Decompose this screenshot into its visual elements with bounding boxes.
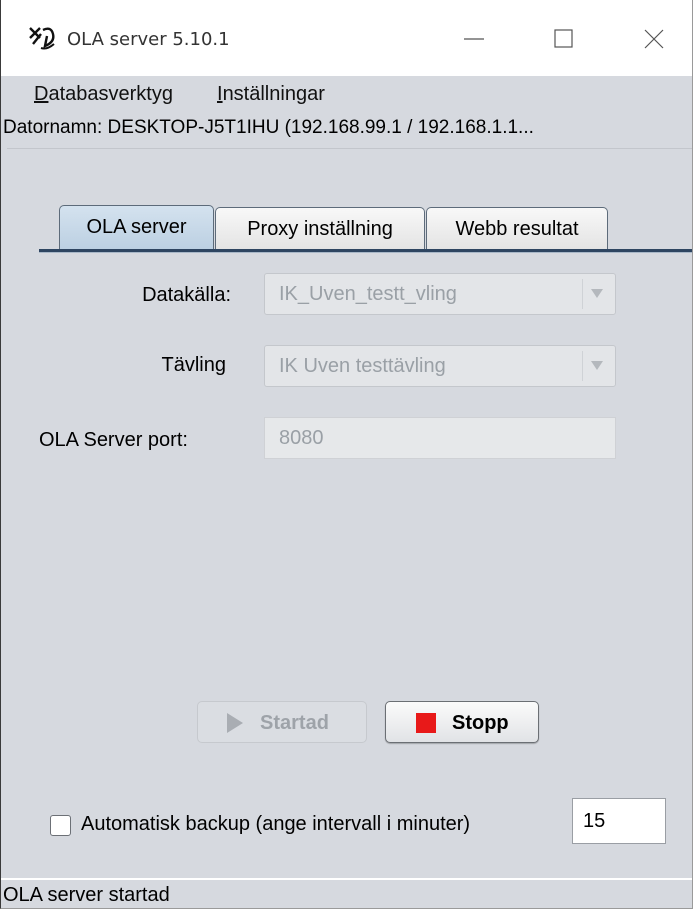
- tab-ola-server[interactable]: OLA server: [59, 205, 214, 249]
- minimize-icon: [464, 38, 484, 40]
- menu-databasverktyg-label: atabasverktyg: [48, 83, 173, 105]
- server-port-value: 8080: [279, 427, 324, 449]
- started-button-label: Startad: [260, 712, 329, 734]
- backup-interval-value: 15: [583, 810, 606, 832]
- tab-proxy-installning[interactable]: Proxy inställning: [215, 207, 425, 249]
- play-icon: [227, 713, 243, 733]
- dropdown-arrow-icon[interactable]: [582, 279, 611, 309]
- tab-label: Webb resultat: [455, 218, 579, 240]
- status-bar: OLA server startad: [1, 878, 692, 908]
- backup-checkbox[interactable]: [50, 815, 71, 836]
- maximize-button[interactable]: [534, 14, 594, 64]
- app-icon: [27, 24, 59, 52]
- tab-divider-highlight: [39, 252, 692, 253]
- datakalla-label: Datakälla:: [142, 284, 231, 306]
- menu-installningar[interactable]: Inställningar: [217, 83, 325, 106]
- tab-webb-resultat[interactable]: Webb resultat: [426, 207, 608, 249]
- main-panel: OLA server Proxy inställning Webb result…: [7, 148, 692, 879]
- stop-button[interactable]: Stopp: [385, 701, 539, 743]
- tab-label: OLA server: [86, 216, 187, 238]
- stop-button-label: Stopp: [452, 712, 509, 734]
- datakalla-select[interactable]: IK_Uven_testt_vling: [264, 273, 616, 315]
- computer-name-label: Datornamn: DESKTOP-J5T1IHU (192.168.99.1…: [3, 117, 534, 138]
- tab-label: Proxy inställning: [247, 218, 393, 240]
- minimize-button[interactable]: [444, 14, 504, 64]
- tavling-label: Tävling: [161, 354, 226, 376]
- status-text: OLA server startad: [3, 884, 170, 906]
- backup-interval-field[interactable]: 15: [572, 798, 666, 844]
- stop-icon: [416, 713, 436, 733]
- maximize-icon: [554, 29, 573, 48]
- close-icon: [644, 29, 664, 49]
- dropdown-arrow-icon[interactable]: [582, 351, 611, 381]
- title-bar[interactable]: OLA server 5.10.1: [1, 0, 692, 76]
- server-port-field[interactable]: 8080: [264, 417, 616, 459]
- tavling-value: IK Uven testtävling: [279, 355, 446, 377]
- menu-bar: Databasverktyg Inställningar: [1, 76, 692, 112]
- menu-installningar-label: nställningar: [222, 83, 325, 105]
- app-window: OLA server 5.10.1 Databasverktyg Inställ…: [0, 0, 693, 909]
- window-title: OLA server 5.10.1: [67, 29, 230, 50]
- menu-databasverktyg-mnemonic: D: [34, 83, 49, 105]
- port-label: OLA Server port:: [39, 429, 188, 451]
- menu-databasverktyg[interactable]: Databasverktyg: [34, 83, 173, 106]
- close-button[interactable]: [624, 14, 684, 64]
- datakalla-value: IK_Uven_testt_vling: [279, 283, 457, 305]
- tavling-select[interactable]: IK Uven testtävling: [264, 345, 616, 387]
- started-button[interactable]: Startad: [197, 701, 367, 743]
- backup-label: Automatisk backup (ange intervall i minu…: [81, 813, 471, 835]
